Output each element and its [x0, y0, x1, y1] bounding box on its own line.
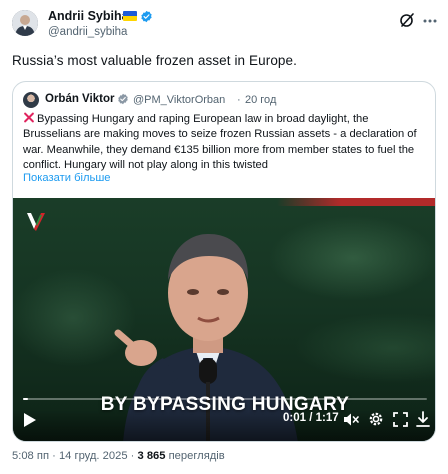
download-icon[interactable] [416, 411, 430, 427]
video-time-separator: / [306, 412, 316, 424]
settings-gear-icon[interactable] [368, 411, 384, 427]
show-more-link[interactable]: Показати більше [23, 172, 111, 184]
video-progress-fill [23, 398, 29, 400]
quoted-post-text: Bypassing Hungary and raping European la… [23, 112, 428, 174]
post-date[interactable]: 14 груд. 2025 [59, 450, 128, 462]
post: Andrii Sybiha @andrii_sybiha Russia’s mo… [0, 0, 448, 474]
red-cross-icon [23, 112, 34, 123]
meta-separator: · [49, 450, 59, 462]
quoted-author-avatar[interactable] [23, 92, 39, 108]
fullscreen-icon[interactable] [393, 412, 408, 427]
post-time[interactable]: 5:08 пп [12, 450, 49, 462]
post-meta: 5:08 пп · 14 груд. 2025 · 3 865 перегляд… [12, 450, 225, 462]
play-icon[interactable] [23, 412, 37, 428]
meta-separator: · [127, 450, 138, 462]
more-options-icon[interactable] [423, 19, 437, 23]
video-duration: 1:17 [315, 412, 339, 424]
quoted-post[interactable]: Orbán Viktor @PM_ViktorOrban · 20 год By… [12, 81, 436, 442]
video-current-time: 0:01 [283, 412, 307, 424]
grok-icon[interactable] [399, 12, 415, 28]
quoted-author-handle[interactable]: @PM_ViktorOrban [133, 94, 225, 106]
post-text: Russia’s most valuable frozen asset in E… [12, 53, 297, 68]
dot-separator: · [237, 94, 241, 106]
video-progress-bar[interactable] [23, 398, 427, 400]
video-player[interactable]: BY BYPASSING HUNGARY 0:01 / 1:17 [13, 198, 435, 441]
ukraine-flag-icon [123, 11, 137, 21]
video-background-banner [277, 198, 435, 206]
author-handle[interactable]: @andrii_sybiha [48, 26, 127, 38]
quoted-post-body: Bypassing Hungary and raping European la… [23, 113, 417, 172]
author-avatar[interactable] [12, 10, 38, 36]
verified-badge-icon [118, 93, 128, 105]
quoted-post-time[interactable]: 20 год [245, 94, 276, 106]
muted-speaker-icon[interactable] [343, 412, 359, 427]
verified-badge-icon [141, 10, 152, 23]
channel-logo-icon [27, 213, 45, 231]
views-count: 3 865 [137, 450, 166, 462]
author-name[interactable]: Andrii Sybiha [48, 9, 129, 23]
video-time: 0:01 / 1:17 [283, 412, 339, 424]
views-label: переглядів [165, 450, 225, 462]
quoted-author-name[interactable]: Orbán Viktor [45, 93, 114, 105]
